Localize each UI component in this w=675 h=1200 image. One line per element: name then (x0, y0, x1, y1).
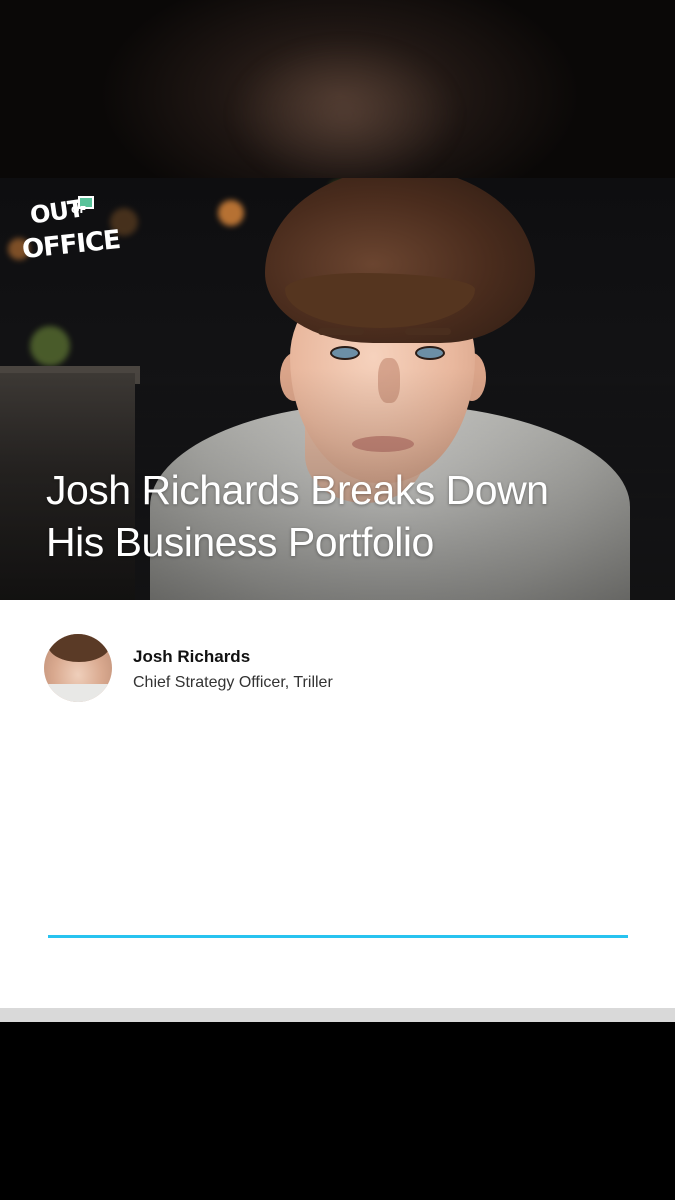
author-title: Chief Strategy Officer, Triller (133, 674, 333, 691)
progress-bar (48, 935, 628, 938)
progress-bar-fill (48, 935, 628, 938)
author-card: Josh Richards Chief Strategy Officer, Tr… (0, 600, 675, 1008)
headline-line-2: His Business Portfolio (46, 519, 434, 565)
letterbox-bottom (0, 1022, 675, 1200)
video-frame: OUT OF OFFICE Josh Richards Breaks Down … (0, 0, 675, 1200)
logo-text-of: OF (71, 205, 87, 216)
out-of-office-logo: OUT OF OFFICE (20, 194, 122, 268)
author-name: Josh Richards (133, 647, 251, 666)
headline-line-1: Josh Richards Breaks Down (46, 467, 549, 513)
headline: Josh Richards Breaks Down His Business P… (46, 464, 646, 568)
hero-photo: OUT OF OFFICE Josh Richards Breaks Down … (0, 178, 675, 600)
divider-strip (0, 1008, 675, 1022)
blurred-background-top (0, 0, 675, 178)
avatar (44, 634, 112, 702)
